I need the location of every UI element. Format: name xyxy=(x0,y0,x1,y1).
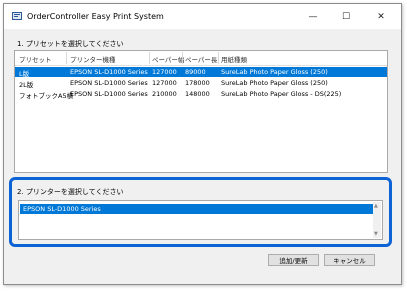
title-bar[interactable]: OrderController Easy Print System — ☐ ✕ xyxy=(4,4,401,29)
column-header-printer[interactable]: プリンター機種 xyxy=(70,54,116,64)
cell-paper-type: SureLab Photo Paper Gloss (250) xyxy=(221,79,328,87)
cell-paper-length: 178000 xyxy=(185,79,210,87)
minimize-button[interactable]: — xyxy=(300,8,326,25)
cell-printer: EPSON SL-D1000 Series xyxy=(70,90,148,98)
cell-preset: L版 xyxy=(19,70,30,78)
arrow-down-icon[interactable]: ▼ xyxy=(374,231,378,237)
cell-paper-type: SureLab Photo Paper Gloss (250) xyxy=(221,68,328,76)
cell-paper-width: 127000 xyxy=(152,79,177,87)
cell-paper-type: SureLab Photo Paper Gloss - DS(225) xyxy=(221,90,342,98)
printer-list-item[interactable]: EPSON SL-D1000 Series xyxy=(20,204,373,214)
cell-paper-length: 148000 xyxy=(185,90,210,98)
printer-list[interactable]: EPSON SL-D1000 Series ▲ ▼ xyxy=(18,200,383,240)
cell-paper-length: 89000 xyxy=(185,68,206,76)
column-header-paper-width[interactable]: ペーパー幅 xyxy=(152,54,184,64)
cell-preset: フォトブックA5横 xyxy=(19,92,74,100)
printer-item-label: EPSON SL-D1000 Series xyxy=(23,205,101,213)
cell-paper-width: 210000 xyxy=(152,90,177,98)
update-button[interactable]: 追加/更新 xyxy=(268,254,319,266)
printer-list-scrollbar[interactable]: ▲ ▼ xyxy=(373,202,381,238)
table-row[interactable]: L版 EPSON SL-D1000 Series 127000 89000 Su… xyxy=(15,67,387,78)
cell-printer: EPSON SL-D1000 Series xyxy=(70,79,148,87)
cell-printer: EPSON SL-D1000 Series xyxy=(70,68,148,76)
window-title: OrderController Easy Print System xyxy=(27,12,164,21)
app-window: OrderController Easy Print System — ☐ ✕ … xyxy=(3,3,402,285)
cancel-button[interactable]: キャンセル xyxy=(324,254,375,266)
table-row[interactable]: フォトブックA5横 EPSON SL-D1000 Series 210000 1… xyxy=(15,89,387,100)
table-header: プリセット プリンター機種 ペーパー幅 ペーパー長 用紙種類 xyxy=(15,51,387,66)
printer-section-label: 2. プリンターを選択してください xyxy=(17,188,124,196)
cell-preset: 2L版 xyxy=(19,81,34,89)
cell-paper-width: 127000 xyxy=(152,68,177,76)
maximize-button[interactable]: ☐ xyxy=(333,8,359,25)
preset-table[interactable]: プリセット プリンター機種 ペーパー幅 ペーパー長 用紙種類 L版 EPSON … xyxy=(14,50,388,173)
column-header-paper-type[interactable]: 用紙種類 xyxy=(221,54,247,64)
arrow-up-icon[interactable]: ▲ xyxy=(374,203,378,209)
preset-section-label: 1. プリセットを選択してください xyxy=(17,40,124,48)
table-row[interactable]: 2L版 EPSON SL-D1000 Series 127000 178000 … xyxy=(15,78,387,89)
column-header-preset[interactable]: プリセット xyxy=(19,54,52,64)
column-header-paper-length[interactable]: ペーパー長 xyxy=(185,54,217,64)
close-button[interactable]: ✕ xyxy=(368,8,394,25)
app-icon xyxy=(12,12,22,20)
